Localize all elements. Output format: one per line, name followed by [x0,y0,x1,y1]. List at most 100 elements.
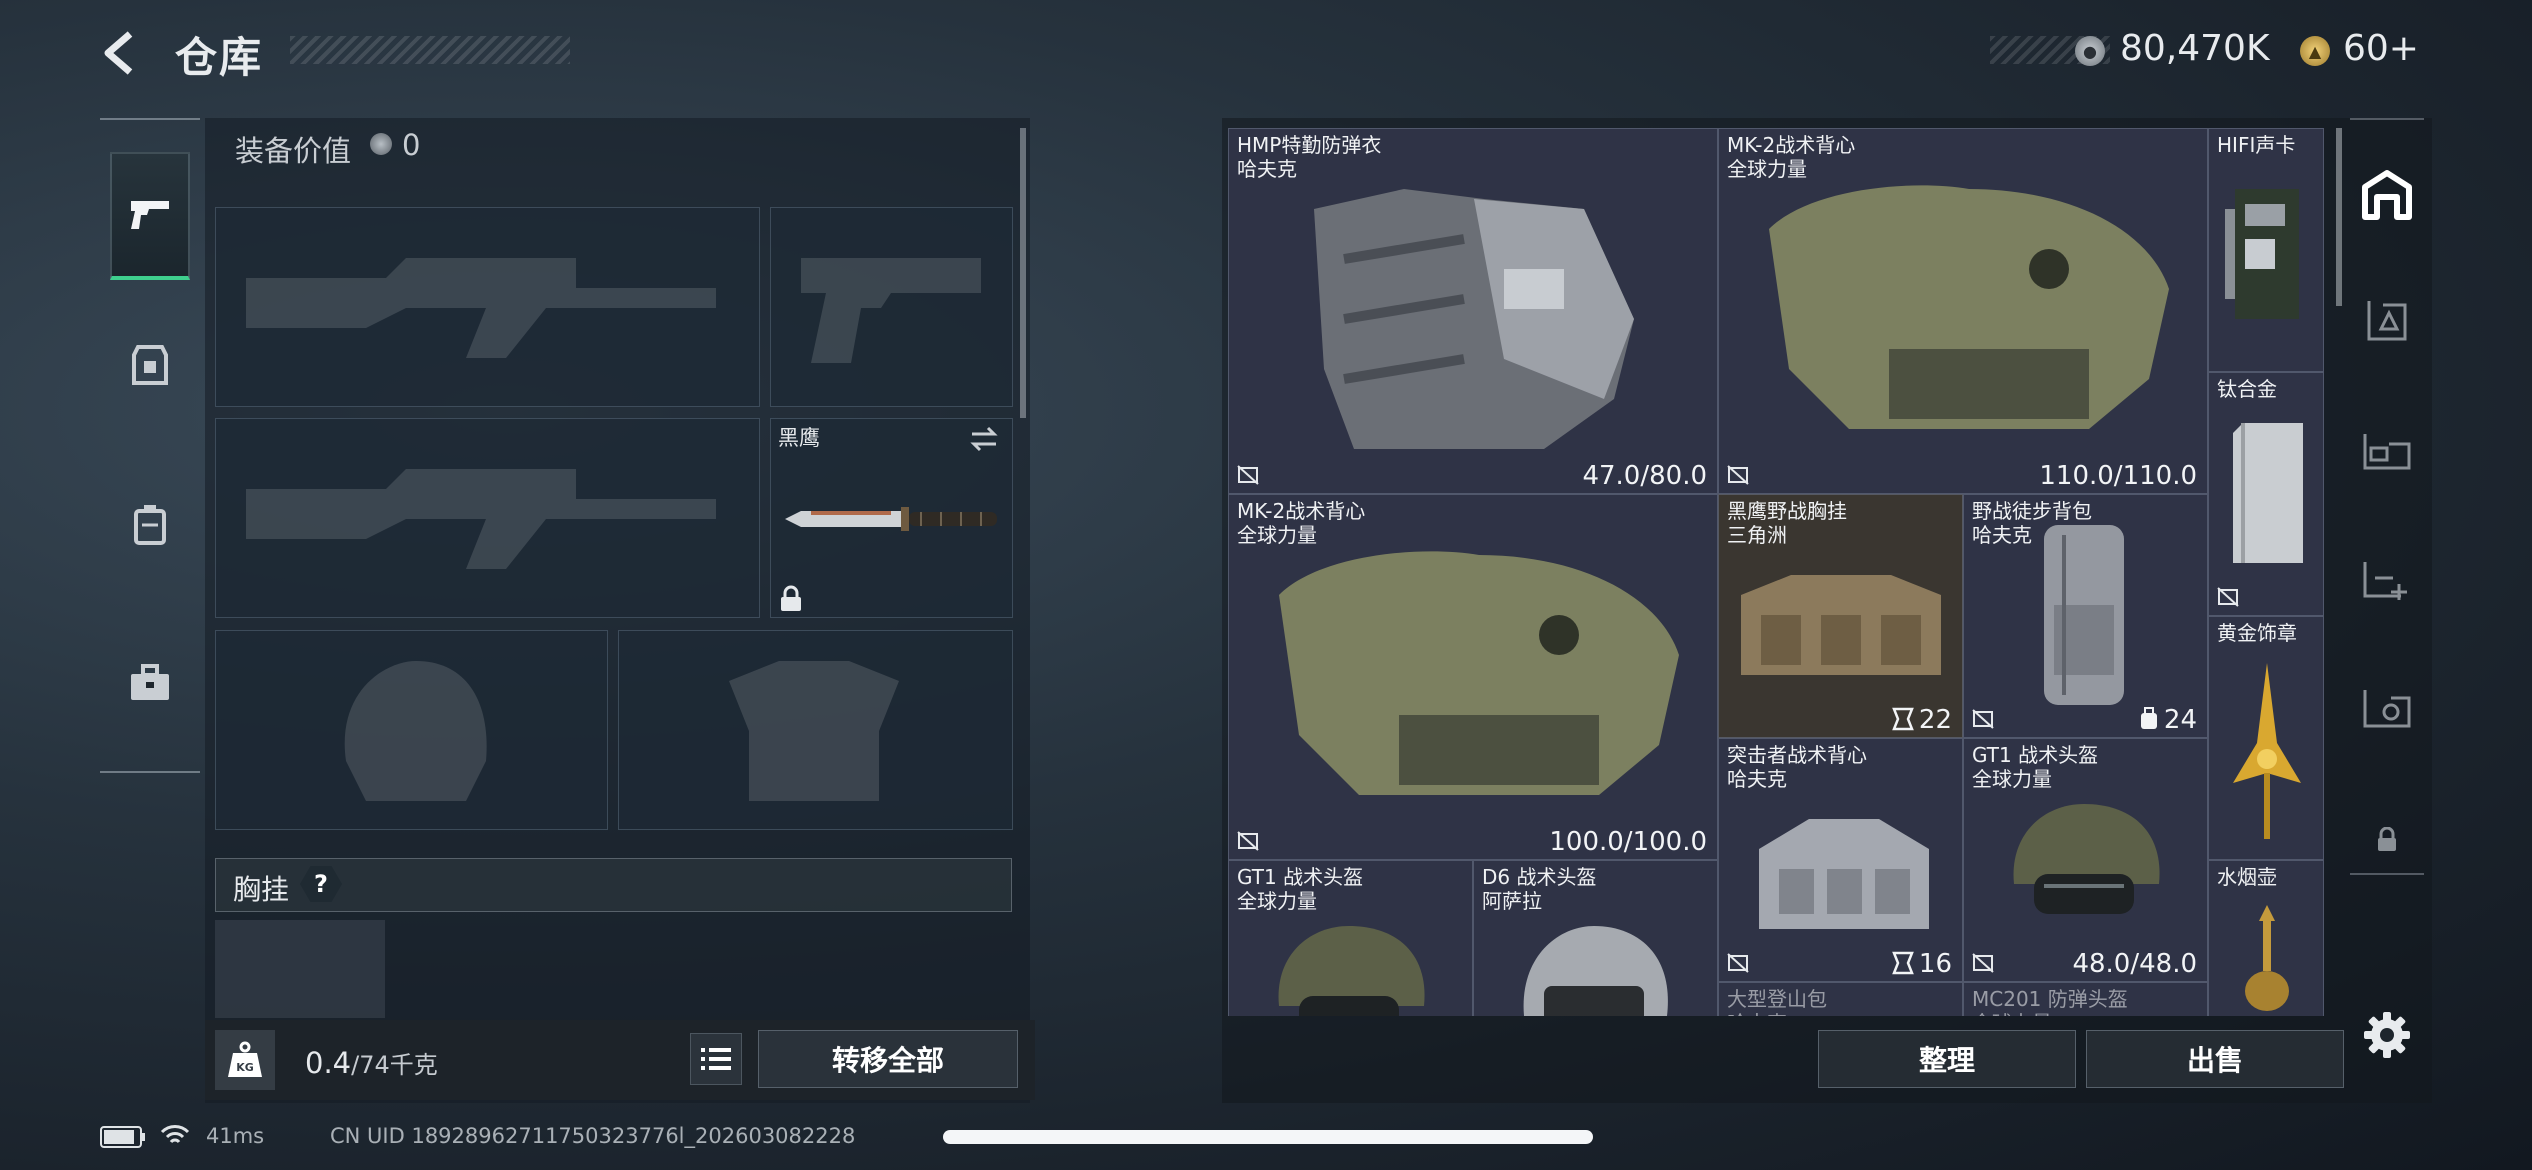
durability: 48.0/48.0 [2072,949,2197,979]
item-field-backpack[interactable]: 野战徒步背包 哈夫克 24 [1963,494,2208,738]
item-mc201-helmet[interactable]: MC201 防弹头盔 全球力量 [1963,982,2208,1016]
storage-icon [2362,170,2412,220]
pistol-icon [131,201,169,229]
untradeable-icon [1237,465,1259,485]
tab-storage-5[interactable] [2350,658,2424,758]
weight-current: 0.4 [305,1046,352,1080]
helmet-image [2013,804,2160,914]
title-decoration [290,36,570,64]
list-icon [701,1048,731,1070]
primary-weapon-slot[interactable] [215,207,760,407]
sort-button[interactable]: 整理 [1818,1030,2076,1088]
left-scrollbar[interactable] [1020,128,1026,418]
tab-armor[interactable] [110,315,190,415]
item-mk2-vest[interactable]: MK-2战术背心 全球力量 110.0/110.0 [1718,128,2208,494]
untradeable-icon [1727,953,1749,973]
sidearm-slot[interactable] [770,207,1013,407]
item-gt1-helmet[interactable]: GT1 战术头盔 全球力量 48.0/48.0 [1963,738,2208,982]
melee-name: 黑鹰 [778,426,820,450]
untradeable-icon [1237,831,1259,851]
capacity: 22 [1918,705,1952,735]
backpack-icon [134,505,166,545]
grid-scrollbar[interactable] [2336,128,2342,306]
helmet-slot[interactable] [215,630,608,830]
bond-coin-icon: ▲ [2300,36,2330,66]
slots-icon [1892,951,1914,975]
backpack-image [2044,525,2124,705]
item-gold-badge[interactable]: 黄金饰章 [2208,616,2324,860]
tab-backpack[interactable] [110,475,190,575]
armor-vest-image [1314,189,1634,449]
gear-icon[interactable] [2362,1010,2412,1060]
secondary-weapon-slot[interactable] [215,418,760,618]
uid-readout: CN UID 18928962711750323776l_20260308222… [330,1124,856,1148]
item-large-backpack[interactable]: 大型登山包 哈夫克 [1718,982,1963,1016]
tactical-vest-image [1769,185,2169,429]
item-hifi-soundcard[interactable]: HIFI声卡 [2208,128,2324,372]
durability: 110.0/110.0 [2039,461,2197,491]
titanium-image [2233,423,2303,563]
hookah-image [2245,905,2289,1011]
home-indicator[interactable] [943,1130,1593,1144]
status-bar: 41ms CN UID 18928962711750323776l_202603… [100,1118,980,1158]
back-arrow-icon[interactable] [98,28,144,78]
item-blackhawk-rig[interactable]: 黑鹰野战胸挂 三角洲 22 [1718,494,1963,738]
storage-expansion-icon [2367,301,2407,341]
untradeable-icon [1727,465,1749,485]
tactical-vest-image [1279,551,1679,795]
rifle-silhouette-icon [246,258,716,358]
item-gt1-helmet[interactable]: GT1 战术头盔 全球力量 [1228,860,1473,1016]
equipment-value: 0 [402,128,421,162]
gold-badge-image [2233,663,2301,839]
capacity: 24 [2163,705,2197,735]
equipment-value-label: 装备价值 [235,134,352,168]
tab-storage-3[interactable] [2350,400,2424,500]
weight-max: /74千克 [351,1051,438,1079]
untradeable-icon [1972,709,1994,729]
list-view-button[interactable] [690,1033,742,1085]
item-d6-helmet[interactable]: D6 战术头盔 阿萨拉 [1473,860,1718,1016]
chest-rig-label: 胸挂 [233,873,290,906]
knife-icon [785,507,997,531]
helmet-silhouette-icon [344,661,487,801]
svg-text:KG: KG [236,1061,254,1074]
durability: 47.0/80.0 [1582,461,1707,491]
item-assault-vest[interactable]: 突击者战术背心 哈夫克 16 [1718,738,1963,982]
page-title: 仓库 [175,33,264,82]
armor-slot[interactable] [618,630,1013,830]
item-hookah[interactable]: 水烟壶 [2208,860,2324,1016]
tab-storage-2[interactable] [2350,270,2424,370]
tab-toolbox[interactable] [110,633,190,733]
sell-button[interactable]: 出售 [2086,1030,2344,1088]
item-mk2-vest[interactable]: MK-2战术背心 全球力量 100.0/100.0 [1228,494,1718,860]
lock-icon [2378,827,2396,851]
item-hmp-armor[interactable]: HMP特勤防弹衣 哈夫克 47.0/80.0 [1228,128,1718,494]
ping-readout: 41ms [206,1124,265,1148]
durability: 100.0/100.0 [1549,827,1707,857]
soundcard-image [2225,189,2299,319]
tab-storage-main[interactable] [2350,145,2424,245]
item-titanium[interactable]: 钛合金 [2208,372,2324,616]
tab-storage-locked[interactable] [2350,790,2424,890]
battery-icon [100,1126,145,1148]
weight-icon: KG [215,1030,275,1090]
storage-vault-icon [2363,690,2411,728]
bond-amount[interactable]: 60+ [2343,28,2419,69]
pistol-silhouette-icon [801,258,981,363]
rifle-silhouette-icon [246,469,716,569]
weight-readout: 0.4/74千克 [305,1045,438,1080]
transfer-all-button[interactable]: 转移全部 [758,1030,1018,1088]
untradeable-icon [1972,953,1994,973]
chest-rig-slot[interactable] [215,920,385,1018]
storage-grid: HMP特勤防弹衣 哈夫克 47.0/80.0 MK-2战术背心 全球力量 110… [1228,128,2324,1016]
tab-weapons[interactable] [110,152,190,280]
backpack-capacity-icon [2141,707,2157,729]
tab-storage-4[interactable] [2350,530,2424,630]
storage-crate-icon [2363,434,2411,470]
toolbox-icon [131,664,169,700]
armor-silhouette-icon [729,661,899,801]
storage-add-icon [2363,562,2407,600]
wifi-icon [160,1125,190,1144]
swap-icon[interactable] [968,424,1000,454]
untradeable-icon [2217,587,2239,607]
